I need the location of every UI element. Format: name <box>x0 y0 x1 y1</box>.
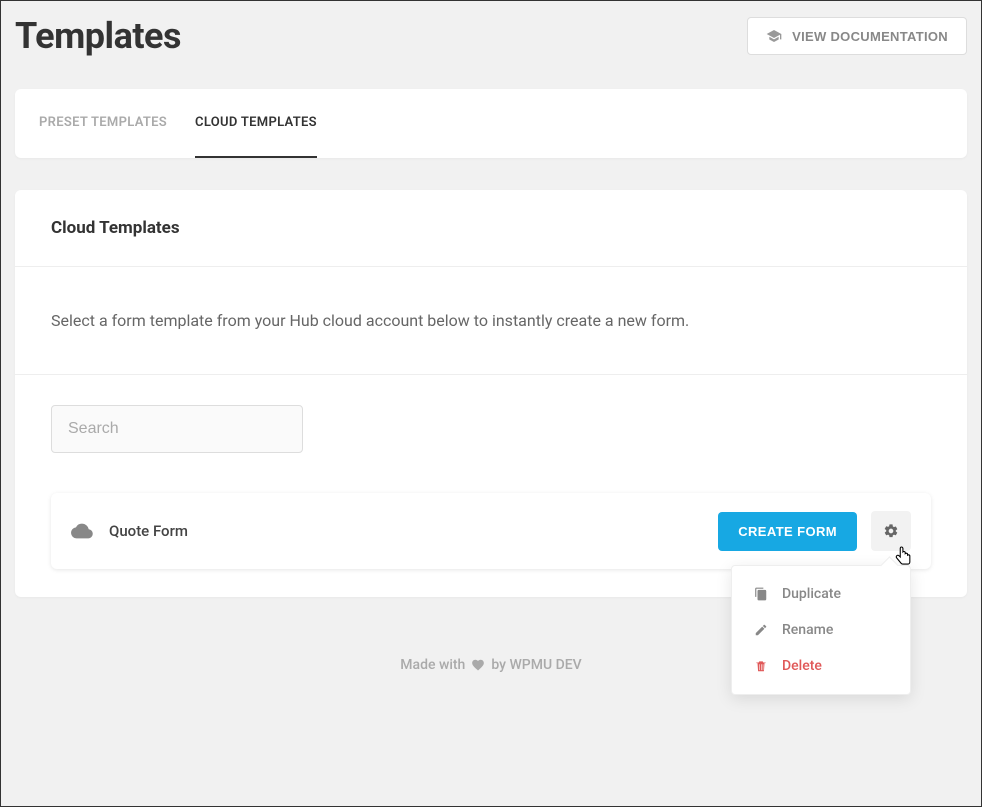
copy-icon <box>754 587 768 601</box>
create-form-button[interactable]: CREATE FORM <box>718 512 857 551</box>
main-card: Cloud Templates Select a form template f… <box>15 190 967 597</box>
pencil-icon <box>754 623 768 637</box>
dropdown-duplicate-label: Duplicate <box>782 586 841 602</box>
tab-preset-templates[interactable]: PRESET TEMPLATES <box>39 89 167 158</box>
gear-icon <box>883 523 899 539</box>
dropdown-rename[interactable]: Rename <box>732 612 910 648</box>
settings-button[interactable] <box>871 511 911 551</box>
doc-button-label: VIEW DOCUMENTATION <box>792 29 948 44</box>
dropdown-delete[interactable]: Delete <box>732 648 910 684</box>
page-title: Templates <box>15 15 181 57</box>
heart-icon <box>471 658 485 672</box>
dropdown-rename-label: Rename <box>782 622 833 638</box>
template-row: Quote Form CREATE FORM Duplicate Rename <box>51 493 931 569</box>
dropdown-delete-label: Delete <box>782 658 822 674</box>
section-title: Cloud Templates <box>15 190 967 267</box>
section-description: Select a form template from your Hub clo… <box>15 267 967 375</box>
settings-dropdown: Duplicate Rename Delete <box>731 565 911 695</box>
trash-icon <box>754 659 768 673</box>
footer-made-with: Made with <box>400 657 465 673</box>
view-documentation-button[interactable]: VIEW DOCUMENTATION <box>747 17 967 55</box>
dropdown-duplicate[interactable]: Duplicate <box>732 576 910 612</box>
search-input[interactable] <box>51 405 303 453</box>
graduation-cap-icon <box>766 28 782 44</box>
template-name: Quote Form <box>109 522 188 540</box>
footer-by: by WPMU DEV <box>491 657 581 673</box>
tab-cloud-templates[interactable]: CLOUD TEMPLATES <box>195 89 317 158</box>
tabs-container: PRESET TEMPLATES CLOUD TEMPLATES <box>15 89 967 158</box>
cloud-icon <box>71 520 93 542</box>
